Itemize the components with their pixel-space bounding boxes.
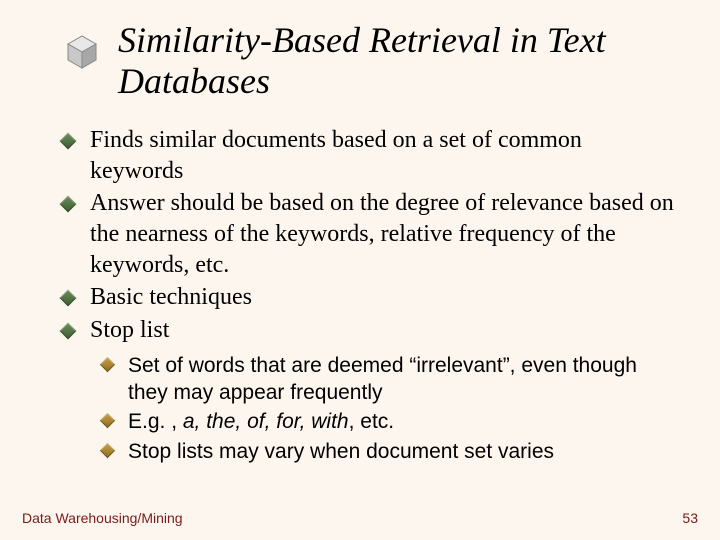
cube-icon bbox=[60, 30, 104, 74]
sub-bullet-prefix: E.g. , bbox=[128, 410, 183, 433]
slide-title: Similarity-Based Retrieval in Text Datab… bbox=[118, 20, 680, 103]
footer-page-number: 53 bbox=[682, 510, 698, 526]
sub-bullet-suffix: , etc. bbox=[349, 410, 395, 433]
sub-bullet-item: E.g. , a, the, of, for, with, etc. bbox=[102, 408, 680, 435]
slide-footer: Data Warehousing/Mining 53 bbox=[22, 510, 698, 526]
bullet-item: Stop list bbox=[62, 315, 680, 346]
sub-bullet-text: Set of words that are deemed “irrelevant… bbox=[128, 354, 637, 404]
sub-bullet-item: Set of words that are deemed “irrelevant… bbox=[102, 352, 680, 407]
sub-bullet-item: Stop lists may vary when document set va… bbox=[102, 438, 680, 465]
sub-diamond-icon bbox=[100, 413, 116, 429]
bullet-item: Finds similar documents based on a set o… bbox=[62, 125, 680, 186]
bullet-item: Answer should be based on the degree of … bbox=[62, 188, 680, 280]
footer-left: Data Warehousing/Mining bbox=[22, 510, 183, 526]
diamond-icon bbox=[60, 132, 77, 149]
bullet-text: Finds similar documents based on a set o… bbox=[90, 127, 582, 184]
title-block: Similarity-Based Retrieval in Text Datab… bbox=[60, 20, 680, 103]
diamond-icon bbox=[60, 290, 77, 307]
sub-diamond-icon bbox=[100, 442, 116, 458]
main-bullet-list: Finds similar documents based on a set o… bbox=[62, 125, 680, 346]
sub-bullet-italic: a, the, of, for, with bbox=[183, 410, 349, 433]
sub-bullet-list: Set of words that are deemed “irrelevant… bbox=[102, 352, 680, 465]
bullet-text: Answer should be based on the degree of … bbox=[90, 190, 674, 277]
slide-content: Similarity-Based Retrieval in Text Datab… bbox=[0, 0, 720, 465]
bullet-text: Stop list bbox=[90, 317, 169, 343]
sub-diamond-icon bbox=[100, 357, 116, 373]
bullet-item: Basic techniques bbox=[62, 282, 680, 313]
sub-bullet-text: Stop lists may vary when document set va… bbox=[128, 440, 554, 463]
bullet-text: Basic techniques bbox=[90, 284, 252, 310]
diamond-icon bbox=[60, 196, 77, 213]
diamond-icon bbox=[60, 323, 77, 340]
